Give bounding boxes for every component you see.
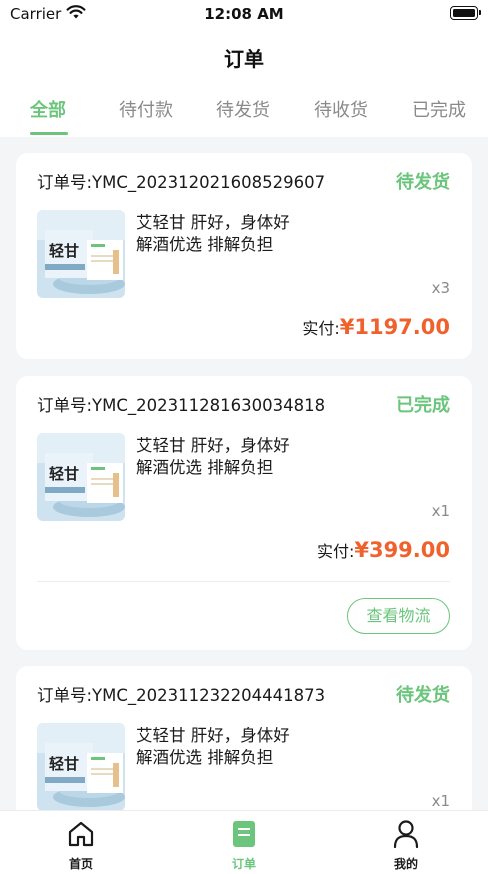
order-number: 订单号:YMC_202312021608529607 [37,173,326,192]
view-logistics-button[interactable]: 查看物流 [347,598,450,634]
tabbar-orders[interactable]: 订单 [204,819,284,872]
tabbar-home[interactable]: 首页 [41,819,121,872]
product-thumbnail[interactable]: 轻甘 [37,433,125,521]
payment-total: 实付:¥1197.00 [302,315,450,339]
thumb-text: 轻甘 [49,242,79,260]
profile-icon [393,820,419,849]
payment-total: 实付:¥399.00 [317,538,450,562]
tab-pending-shipment[interactable]: 待发货 [216,96,270,122]
payment-amount: ¥1197.00 [339,315,450,339]
order-card[interactable]: 订单号:YMC_202311232204441873 待发货 轻甘 艾轻甘 肝好… [16,666,472,810]
product-name[interactable]: 艾轻甘 肝好，身体好 解酒优选 排解负担 [136,435,356,479]
tabbar-profile[interactable]: 我的 [366,819,446,872]
product-quantity: x3 [431,279,450,297]
status-bar: Carrier 12:08 AM [0,0,488,30]
product-thumbnail[interactable]: 轻甘 [37,723,125,810]
order-status: 待发货 [396,685,450,706]
order-list[interactable]: 订单号:YMC_202312021608529607 待发货 轻甘 艾轻甘 肝好… [0,137,488,810]
order-card[interactable]: 订单号:YMC_202312021608529607 待发货 轻甘 艾轻甘 肝好… [16,153,472,359]
bottom-tab-bar: 首页 订单 我的 [0,810,488,874]
payment-label: 实付: [302,319,340,338]
tab-pending-receipt[interactable]: 待收货 [314,96,368,122]
product-name[interactable]: 艾轻甘 肝好，身体好 解酒优选 排解负担 [136,212,356,256]
thumb-text: 轻甘 [49,465,79,483]
product-name[interactable]: 艾轻甘 肝好，身体好 解酒优选 排解负担 [136,725,356,769]
tabbar-orders-label: 订单 [231,857,256,871]
order-icon [233,821,255,847]
product-quantity: x1 [431,792,450,810]
home-icon [68,821,94,847]
order-filter-tabs: 全部 待付款 待发货 待收货 已完成 [0,82,488,137]
active-tab-indicator [30,132,68,135]
order-status: 待发货 [396,172,450,193]
clock: 12:08 AM [204,5,284,23]
order-number: 订单号:YMC_202311281630034818 [37,396,326,415]
page-title: 订单 [224,47,264,71]
order-status: 已完成 [396,395,450,416]
tab-pending-payment[interactable]: 待付款 [119,96,173,122]
thumb-text: 轻甘 [49,755,79,773]
tab-all[interactable]: 全部 [30,96,66,122]
product-quantity: x1 [431,502,450,520]
tabbar-profile-label: 我的 [393,857,418,871]
order-card[interactable]: 订单号:YMC_202311281630034818 已完成 轻甘 艾轻甘 肝好… [16,376,472,650]
tabbar-home-label: 首页 [68,857,93,871]
product-thumbnail[interactable]: 轻甘 [37,210,125,298]
order-number: 订单号:YMC_202311232204441873 [37,686,326,705]
battery-icon [450,6,481,20]
nav-bar: 订单 [0,30,488,82]
tab-completed[interactable]: 已完成 [412,96,466,122]
card-divider [37,581,450,582]
payment-amount: ¥399.00 [354,538,450,562]
payment-label: 实付: [316,542,355,561]
